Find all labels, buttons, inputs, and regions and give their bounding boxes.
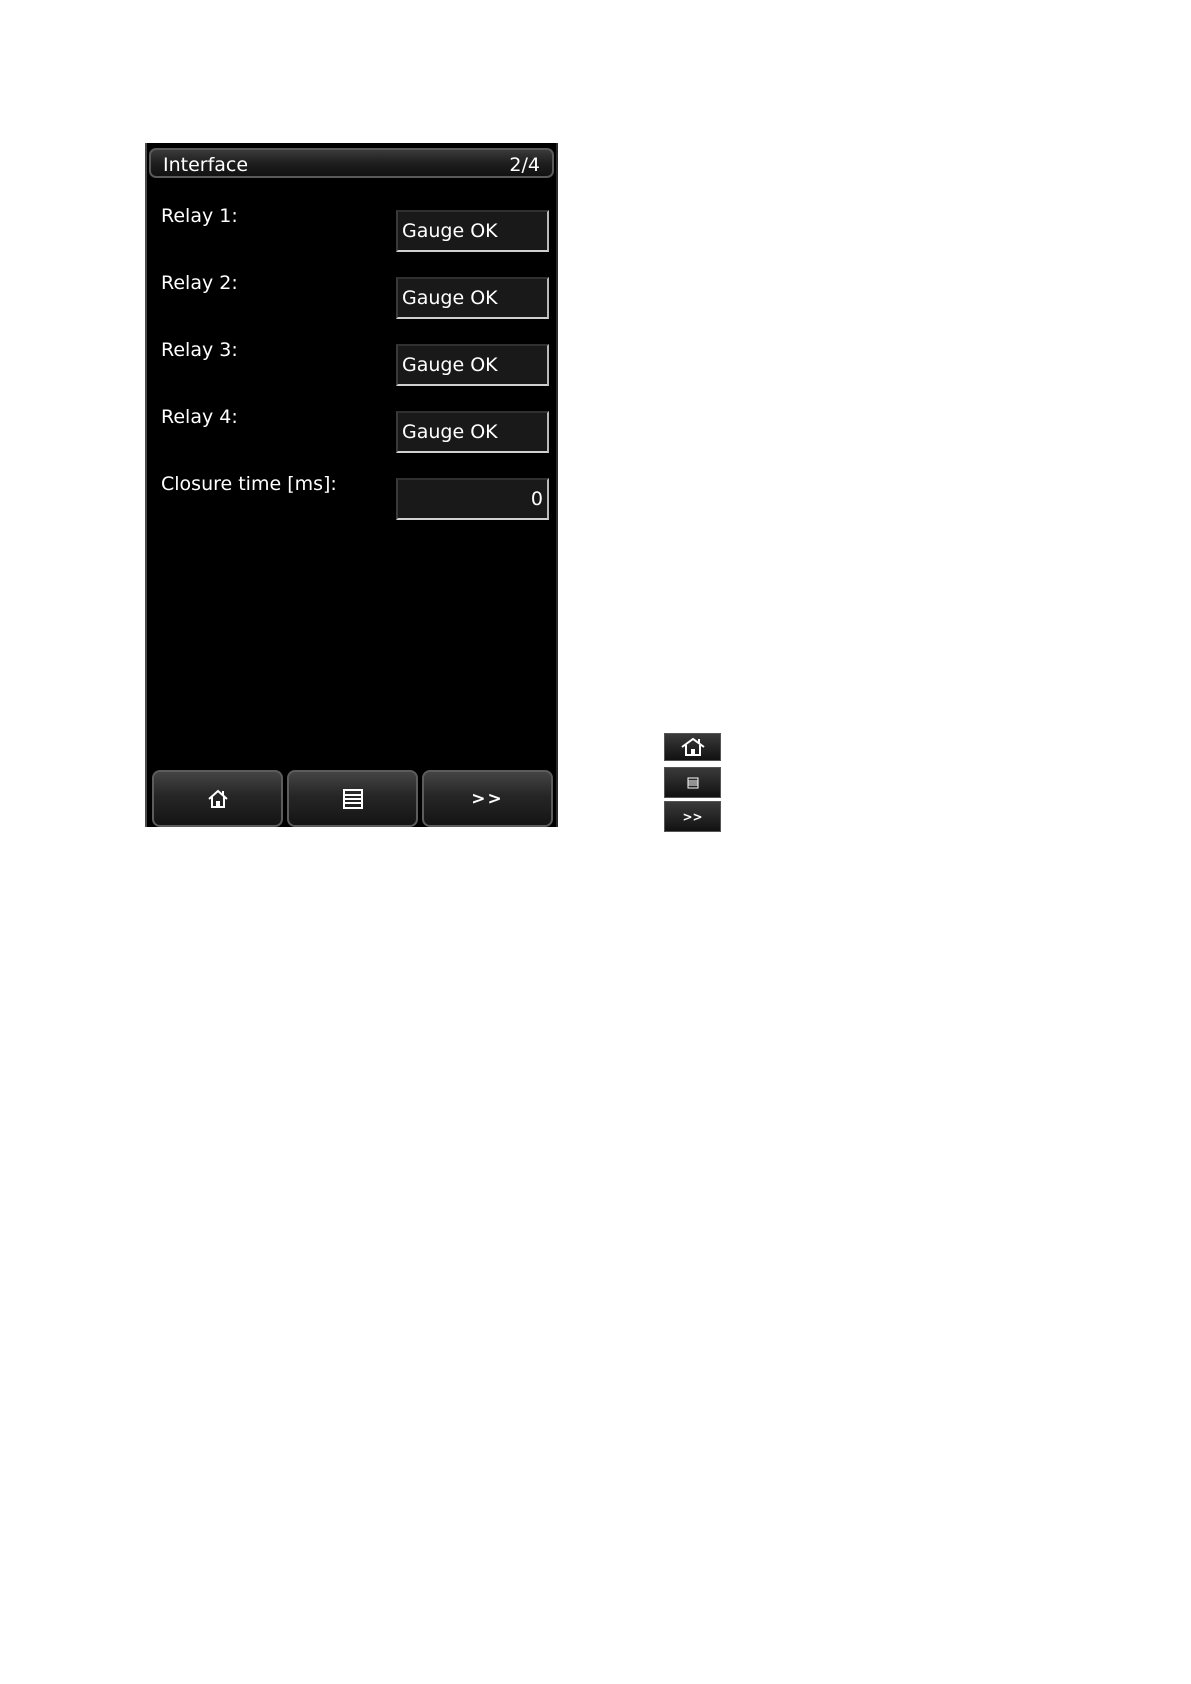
relay-2-select[interactable]: Gauge OK — [396, 277, 549, 319]
relay-2-row: Relay 2: Gauge OK — [147, 272, 556, 319]
relay-1-row: Relay 1: Gauge OK — [147, 205, 556, 252]
closure-time-input[interactable]: 0 — [396, 478, 549, 520]
relay-1-label: Relay 1: — [161, 205, 238, 227]
home-button[interactable] — [152, 770, 283, 827]
next-page-label: >> — [471, 788, 504, 809]
legend-next-label: >> — [682, 809, 703, 824]
relay-3-select[interactable]: Gauge OK — [396, 344, 549, 386]
closure-time-row: Closure time [ms]: 0 — [147, 473, 556, 520]
relay-4-row: Relay 4: Gauge OK — [147, 406, 556, 453]
home-icon — [680, 737, 705, 756]
menu-list-icon — [342, 788, 363, 809]
relay-4-label: Relay 4: — [161, 406, 238, 428]
device-screen: Interface 2/4 Relay 1: Gauge OK Relay 2:… — [145, 143, 558, 827]
relay-4-select[interactable]: Gauge OK — [396, 411, 549, 453]
relay-3-label: Relay 3: — [161, 339, 238, 361]
home-icon — [207, 789, 228, 808]
page-title: Interface — [163, 154, 249, 176]
legend-next: >> — [664, 801, 721, 832]
title-bar: Interface 2/4 — [149, 148, 554, 178]
menu-button[interactable] — [287, 770, 418, 827]
legend-home — [664, 733, 721, 761]
closure-time-label: Closure time [ms]: — [161, 473, 337, 495]
legend-menu — [664, 767, 721, 798]
bottom-nav-bar: >> — [152, 770, 554, 827]
relay-1-select[interactable]: Gauge OK — [396, 210, 549, 252]
relay-2-label: Relay 2: — [161, 272, 238, 294]
next-page-button[interactable]: >> — [422, 770, 553, 827]
page-indicator: 2/4 — [509, 154, 540, 176]
relay-3-row: Relay 3: Gauge OK — [147, 339, 556, 386]
menu-list-icon — [687, 777, 698, 788]
